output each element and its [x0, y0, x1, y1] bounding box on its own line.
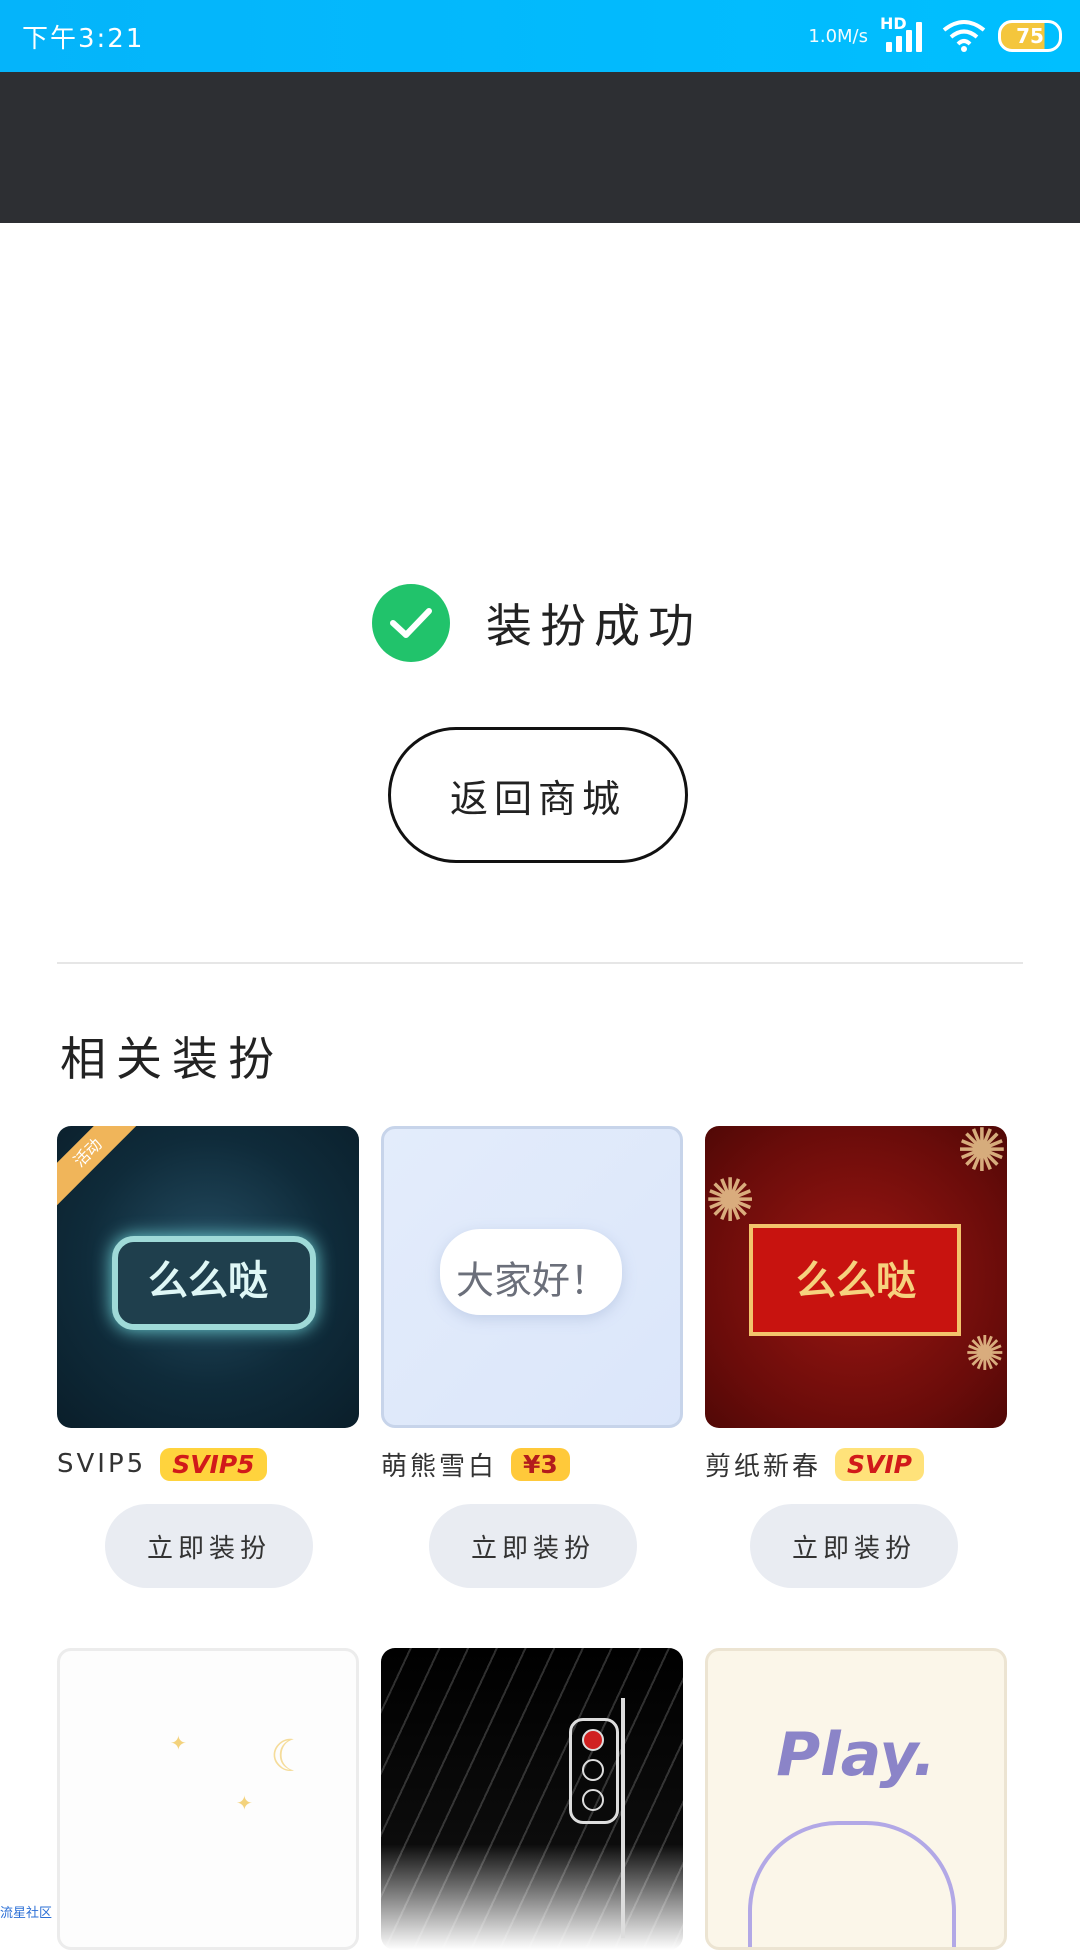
- price-badge: ¥3: [511, 1447, 570, 1481]
- net-speed: 1.0M/s: [808, 25, 868, 47]
- related-item-card[interactable]: Play.: [705, 1648, 1007, 1950]
- status-right: 1.0M/s HD 75: [808, 14, 1062, 58]
- event-tag: 活动: [57, 1126, 145, 1210]
- svip-badge: SVIP5: [160, 1447, 267, 1481]
- hd-badge: HD: [880, 14, 907, 33]
- item-thumbnail[interactable]: ☾ ✦ ✦: [57, 1648, 359, 1950]
- related-item-card[interactable]: 活动 么么哒 SVIP5 SVIP5 立即装扮: [57, 1126, 359, 1588]
- item-thumbnail[interactable]: Play.: [705, 1648, 1007, 1950]
- signal-icon: HD: [880, 14, 930, 54]
- thumbnail-text: 么么哒: [796, 1258, 916, 1304]
- related-item-card[interactable]: ☾ ✦ ✦: [57, 1648, 359, 1950]
- check-circle-icon: [372, 584, 450, 662]
- thumbnail-text: Play.: [776, 1719, 936, 1790]
- item-meta: SVIP5 SVIP5: [57, 1444, 267, 1484]
- apply-now-button[interactable]: 立即装扮: [429, 1504, 637, 1588]
- svip-badge: SVIP: [835, 1447, 924, 1481]
- watermark: 流星社区: [0, 1906, 53, 1921]
- firework-icon: ✺: [956, 1126, 1007, 1186]
- success-row: 装扮成功: [372, 583, 702, 663]
- item-name: 剪纸新春: [705, 1451, 822, 1482]
- firework-icon: ✺: [705, 1166, 756, 1236]
- thumbnail-text: 么么哒: [148, 1258, 268, 1304]
- top-header: [0, 72, 1080, 223]
- battery-level: 75: [1016, 24, 1044, 48]
- apply-now-button[interactable]: 立即装扮: [105, 1504, 313, 1588]
- traffic-light-icon: [569, 1718, 619, 1824]
- related-item-card[interactable]: [381, 1648, 683, 1950]
- item-thumbnail[interactable]: [381, 1648, 683, 1950]
- firework-icon: ✺: [964, 1326, 1005, 1382]
- battery-icon: 75: [998, 20, 1062, 52]
- item-thumbnail[interactable]: 活动 么么哒: [57, 1126, 359, 1428]
- item-name: SVIP5: [57, 1449, 147, 1479]
- item-thumbnail[interactable]: 大家好！: [381, 1126, 683, 1428]
- apply-now-button[interactable]: 立即装扮: [750, 1504, 958, 1588]
- success-message: 装扮成功: [486, 599, 702, 653]
- status-time: 下午3:21: [22, 24, 145, 54]
- item-meta: 剪纸新春 SVIP: [705, 1444, 924, 1484]
- moon-icon: ☾: [270, 1731, 310, 1782]
- status-bar: 下午3:21 1.0M/s HD 75: [0, 0, 1080, 72]
- wifi-icon: [942, 20, 986, 52]
- related-item-card[interactable]: ✺ ✺ ✺ 么么哒 剪纸新春 SVIP 立即装扮: [705, 1126, 1007, 1588]
- related-section-title: 相关装扮: [60, 1032, 284, 1086]
- divider: [57, 962, 1023, 964]
- item-name: 萌熊雪白: [381, 1451, 498, 1482]
- thumbnail-text: 大家好！: [455, 1258, 609, 1303]
- back-to-store-button[interactable]: 返回商城: [388, 727, 688, 863]
- related-item-card[interactable]: 大家好！ 萌熊雪白 ¥3 立即装扮: [381, 1126, 683, 1588]
- star-icon: ✦: [236, 1791, 253, 1815]
- star-icon: ✦: [170, 1731, 187, 1755]
- item-thumbnail[interactable]: ✺ ✺ ✺ 么么哒: [705, 1126, 1007, 1428]
- item-meta: 萌熊雪白 ¥3: [381, 1444, 570, 1484]
- bear-illustration: [748, 1821, 956, 1947]
